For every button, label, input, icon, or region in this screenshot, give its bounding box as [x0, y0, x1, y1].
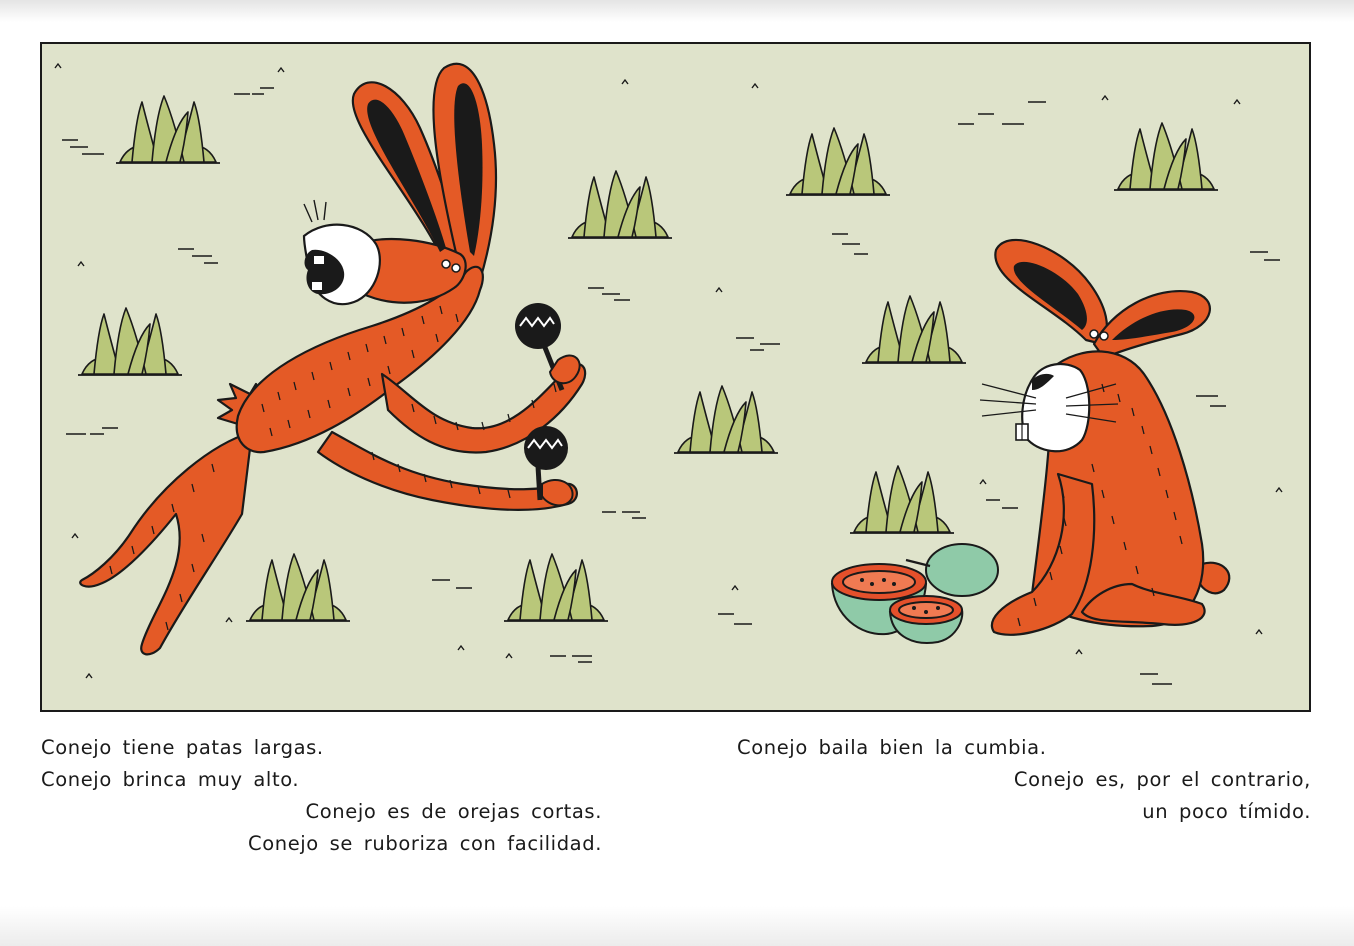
storybook-illustration: [40, 42, 1311, 712]
papaya-icon: [830, 543, 999, 644]
caption-left-bottom: Conejo es de orejas cortas. Conejo se ru…: [248, 796, 602, 860]
page-bottom-shadow: [0, 906, 1354, 946]
caption-line: un poco tímido.: [1142, 800, 1311, 823]
caption-right-bottom: Conejo es, por el contrario, un poco tím…: [1014, 764, 1311, 828]
caption-line: Conejo baila bien la cumbia.: [737, 736, 1047, 759]
caption-line: Conejo es, por el contrario,: [1013, 768, 1311, 791]
caption-line: Conejo tiene patas largas.: [41, 736, 324, 759]
caption-line: Conejo es de orejas cortas.: [305, 800, 602, 823]
caption-line: Conejo se ruboriza con facilidad.: [247, 832, 602, 855]
rabbit-sitting-icon: [979, 239, 1231, 636]
caption-line: Conejo brinca muy alto.: [41, 768, 300, 791]
caption-left-top: Conejo tiene patas largas. Conejo brinca…: [41, 732, 324, 796]
caption-right-top: Conejo baila bien la cumbia.: [737, 732, 1047, 764]
page-top-shadow: [0, 0, 1354, 22]
